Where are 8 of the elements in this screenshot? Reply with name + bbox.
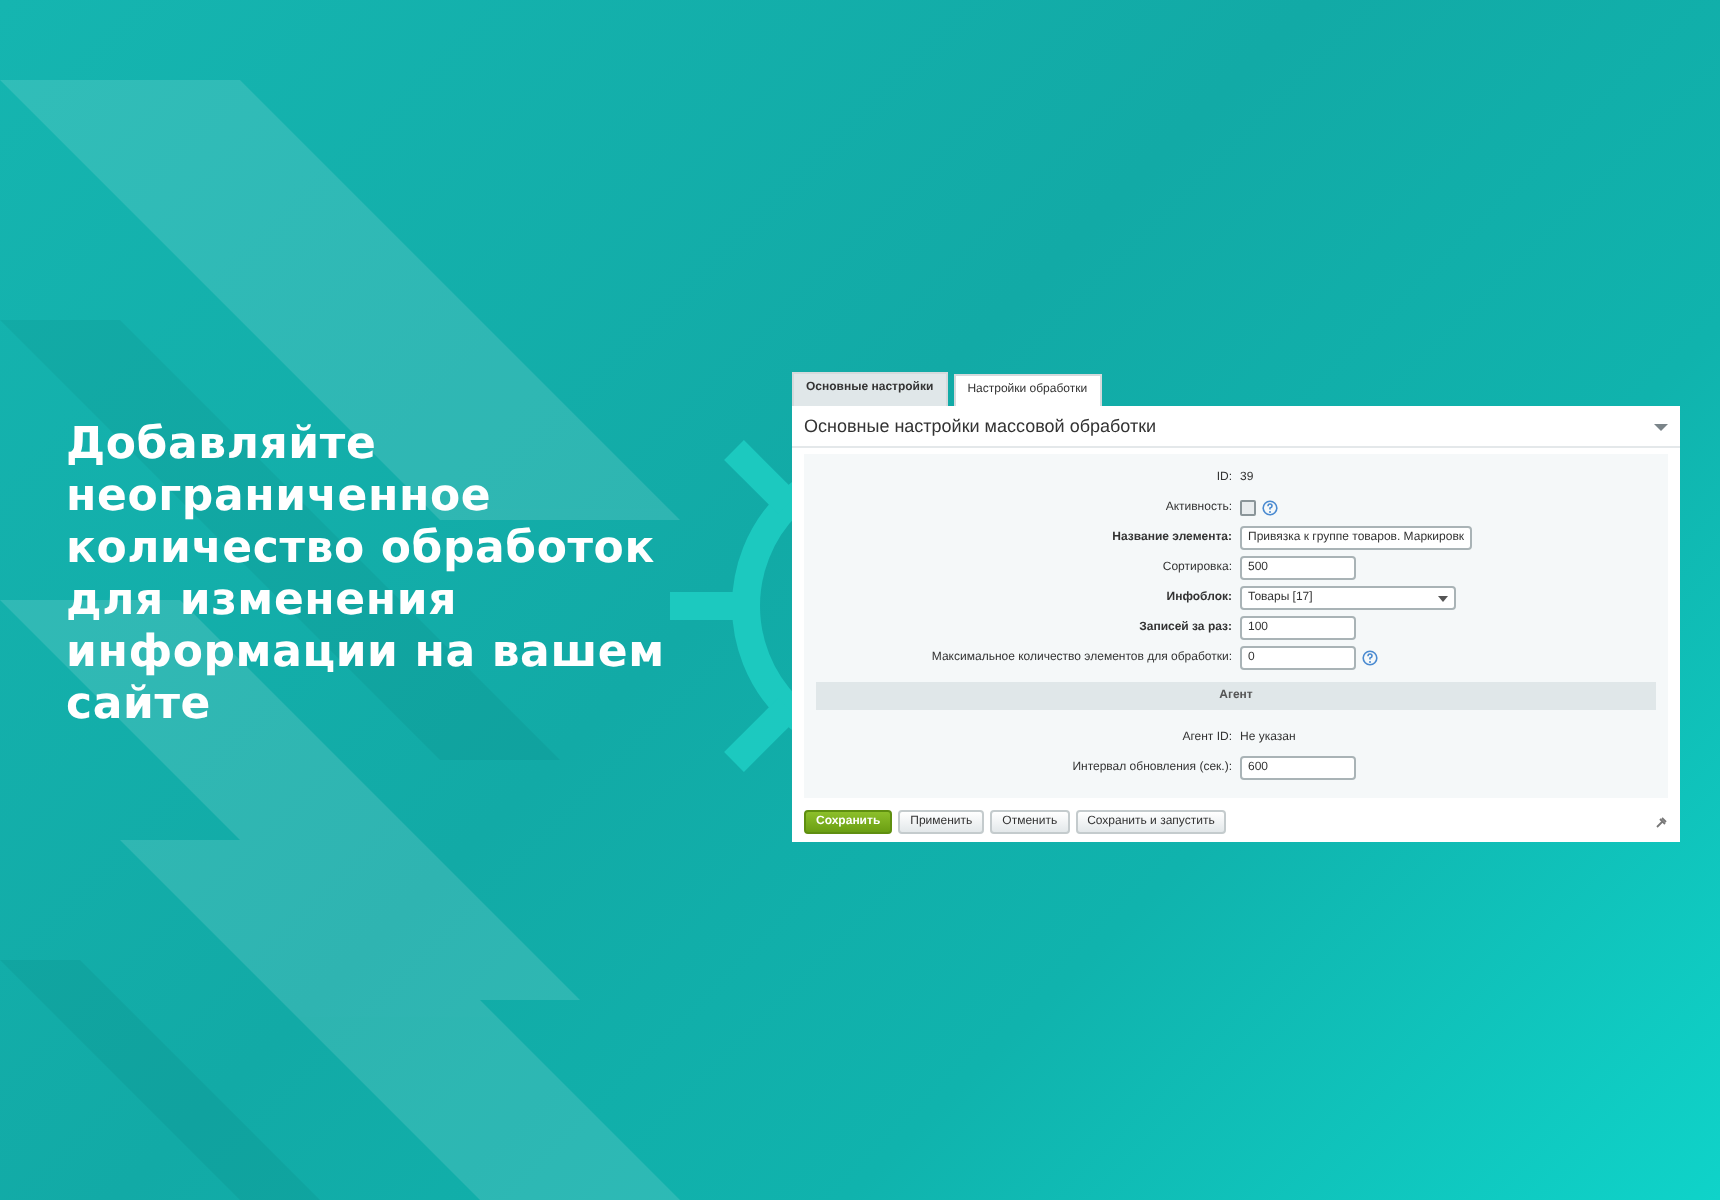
help-icon[interactable]: [1362, 650, 1378, 666]
caret-icon: [1438, 595, 1448, 601]
collapse-arrow-icon[interactable]: [1654, 421, 1668, 431]
pin-icon[interactable]: [1656, 816, 1668, 828]
checkbox[interactable]: [1240, 500, 1256, 516]
help-icon[interactable]: [1262, 500, 1278, 516]
section-title: Основные настройки массовой обработки: [804, 416, 1157, 436]
promo-headline: Добавляйте неограниченное количество обработок для изменения информации на вашем сайте: [66, 420, 666, 732]
